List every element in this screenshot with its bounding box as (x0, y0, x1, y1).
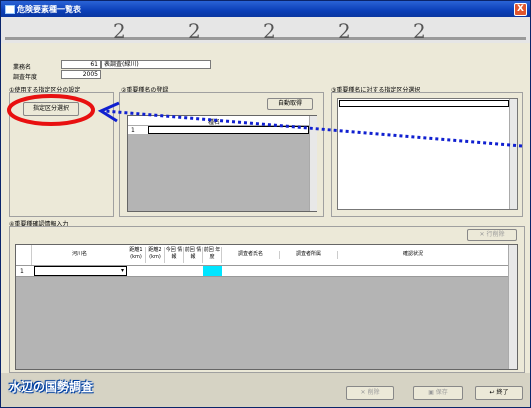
highlight-circle (7, 94, 95, 126)
pointer-arrow-line (104, 109, 523, 148)
pointer-arrowhead-icon (97, 101, 120, 123)
annotation-overlay (7, 94, 523, 148)
main-window: 危険要素種一覧表 X 2 2 2 2 2 業務名 61 表調査(緑川) 調査年度… (0, 0, 531, 408)
